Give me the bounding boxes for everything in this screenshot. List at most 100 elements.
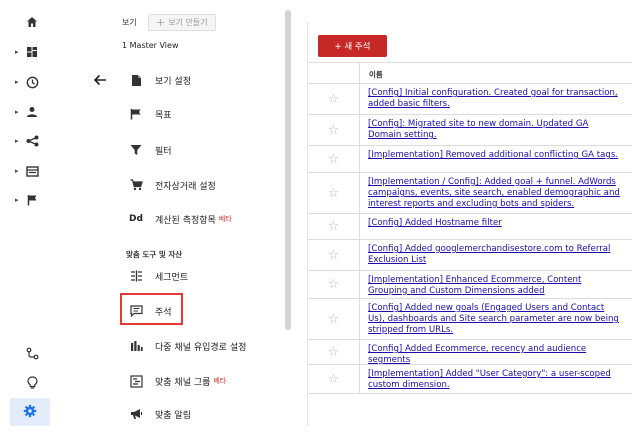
- rail-item-attribution[interactable]: [0, 339, 62, 367]
- new-annotation-button[interactable]: + 새 주석: [318, 35, 387, 57]
- acquisition-icon: [24, 133, 40, 149]
- star-icon[interactable]: ☆: [308, 146, 360, 172]
- beta-badge: 베타: [213, 377, 227, 385]
- menu-item-label: 전자상거래 설정: [155, 181, 216, 192]
- attribution-icon: [24, 345, 40, 361]
- star-column-header: [308, 63, 360, 85]
- table-row: ☆ [Config] Added Ecommerce, recency and a…: [308, 340, 632, 365]
- menu-item-filters[interactable]: 필터: [126, 138, 172, 162]
- table-row: ☆ [Config]: Migrated site to new domain. …: [308, 115, 632, 146]
- annotation-link[interactable]: [Config] Added Hostname filter: [368, 214, 632, 233]
- menu-item-channel-groups[interactable]: 맞춤 채널 그룹 베타: [126, 369, 226, 393]
- menu-item-segments[interactable]: 세그먼트: [126, 264, 188, 288]
- admin-settings-button[interactable]: [10, 398, 50, 426]
- table-row: ☆ [Implementation] Removed additional con…: [308, 146, 632, 173]
- annotation-link[interactable]: [Config]: Migrated site to new domain. U…: [368, 115, 632, 145]
- behavior-icon: [24, 163, 40, 179]
- clock-icon: [24, 74, 40, 90]
- rail-item-behavior[interactable]: ▸: [0, 157, 62, 185]
- caret-icon: ▸: [15, 167, 19, 175]
- rail-item-audience[interactable]: ▸: [0, 98, 62, 126]
- create-view-button[interactable]: + 보기 만들기: [148, 14, 216, 31]
- view-selector[interactable]: 1 Master View: [122, 41, 178, 50]
- menu-item-view-settings[interactable]: 보기 설정: [126, 68, 191, 92]
- rail-item-dashboard[interactable]: ▸: [0, 38, 62, 66]
- rail-item-conversions[interactable]: ▸: [0, 186, 62, 214]
- annotation-link[interactable]: [Implementation] Removed additional conf…: [368, 146, 632, 165]
- plus-icon: +: [156, 16, 166, 29]
- lightbulb-icon: [24, 374, 40, 390]
- rail-item-discover[interactable]: [0, 368, 62, 396]
- view-label: 보기: [122, 18, 137, 27]
- star-icon[interactable]: ☆: [308, 240, 360, 270]
- home-icon: [24, 14, 40, 30]
- megaphone-icon: [126, 406, 146, 422]
- menu-item-label: 세그먼트: [155, 272, 189, 283]
- table-row: ☆ [Implementation] Enhanced Ecommerce, Co…: [308, 271, 632, 299]
- menu-item-label: 계산된 측정항목: [155, 215, 216, 226]
- beta-badge: 베타: [218, 215, 232, 223]
- back-button[interactable]: [90, 70, 110, 90]
- filter-icon: [126, 142, 146, 158]
- annotations-table: 이름 ☆ [Config] Initial configuration. Crea…: [308, 62, 632, 394]
- rail-item-acquisition[interactable]: ▸: [0, 127, 62, 155]
- menu-item-label: 보기 설정: [155, 76, 191, 87]
- menu-item-label: 필터: [155, 146, 172, 157]
- caret-icon: ▸: [15, 137, 19, 145]
- menu-item-calculated-metrics[interactable]: Dd 계산된 측정항목 베타: [126, 207, 232, 231]
- star-icon[interactable]: ☆: [308, 299, 360, 339]
- star-icon[interactable]: ☆: [308, 173, 360, 213]
- star-icon[interactable]: ☆: [308, 340, 360, 364]
- section-title: 맞춤 도구 및 자산: [126, 250, 183, 259]
- menu-item-custom-alerts[interactable]: 맞춤 알림: [126, 402, 191, 426]
- annotations-panel: + 새 주석 이름 ☆ [Config] Initial configuratio…: [307, 22, 632, 426]
- create-view-label: 보기 만들기: [168, 18, 208, 27]
- menu-item-label: 목표: [155, 110, 172, 121]
- menu-item-goals[interactable]: 목표: [126, 102, 172, 126]
- annotation-link[interactable]: [Implementation] Added "User Category": …: [368, 365, 632, 395]
- annotation-link[interactable]: [Config] Added googlemerchandisestore.co…: [368, 240, 632, 270]
- table-row: ☆ [Config] Added googlemerchandisestore.c…: [308, 240, 632, 271]
- menu-item-mcf-settings[interactable]: 다중 채널 유입경로 설정: [126, 334, 246, 358]
- menu-item-label: 맞춤 알림: [155, 410, 191, 421]
- menu-item-label: 다중 채널 유입경로 설정: [155, 342, 247, 353]
- menu-item-ecommerce[interactable]: 전자상거래 설정: [126, 173, 216, 197]
- person-icon: [24, 104, 40, 120]
- table-row: ☆ [Implementation / Config]: Added goal +…: [308, 173, 632, 214]
- channel-group-icon: [126, 373, 146, 389]
- annotations-rows: ☆ [Config] Initial configuration. Created…: [308, 84, 632, 394]
- document-icon: [126, 72, 146, 88]
- caret-icon: ▸: [15, 108, 19, 116]
- star-icon[interactable]: ☆: [308, 365, 360, 393]
- annotation-link[interactable]: [Config] Initial configuration. Created …: [368, 84, 632, 114]
- annotation-link[interactable]: [Config] Added new goals (Engaged Users …: [368, 299, 632, 340]
- nav-rail: ▸ ▸ ▸ ▸ ▸ ▸: [0, 0, 62, 435]
- table-row: ☆ [Config] Added Hostname filter: [308, 214, 632, 240]
- column-scrollbar[interactable]: [285, 10, 291, 330]
- star-icon[interactable]: ☆: [308, 84, 360, 114]
- star-icon[interactable]: ☆: [308, 271, 360, 298]
- cart-icon: [126, 177, 146, 193]
- segment-icon: [126, 268, 146, 284]
- caret-icon: ▸: [15, 196, 19, 204]
- gear-icon: [23, 403, 37, 422]
- rail-item-realtime[interactable]: ▸: [0, 68, 62, 96]
- table-row: ☆ [Implementation] Added "User Category":…: [308, 365, 632, 394]
- admin-view-column: 보기 + 보기 만들기 1 Master View 보기 설정 목표 필터 전자…: [62, 0, 294, 435]
- annotation-link[interactable]: [Implementation / Config]: Added goal + …: [368, 173, 632, 214]
- star-icon[interactable]: ☆: [308, 214, 360, 239]
- bar-chart-icon: [126, 338, 146, 354]
- dashboard-icon: [24, 44, 40, 60]
- arrow-left-icon: [93, 71, 107, 90]
- rail-item-home[interactable]: [0, 8, 62, 36]
- flag-icon: [126, 106, 146, 122]
- annotation-link[interactable]: [Implementation] Enhanced Ecommerce, Con…: [368, 271, 632, 301]
- star-icon[interactable]: ☆: [308, 115, 360, 145]
- flag-icon: [24, 192, 40, 208]
- table-row: ☆ [Config] Initial configuration. Created…: [308, 84, 632, 115]
- dd-icon: Dd: [129, 214, 143, 224]
- highlight-box: [120, 293, 183, 325]
- menu-item-label: 맞춤 채널 그룹: [155, 377, 211, 388]
- caret-icon: ▸: [15, 48, 19, 56]
- caret-icon: ▸: [15, 78, 19, 86]
